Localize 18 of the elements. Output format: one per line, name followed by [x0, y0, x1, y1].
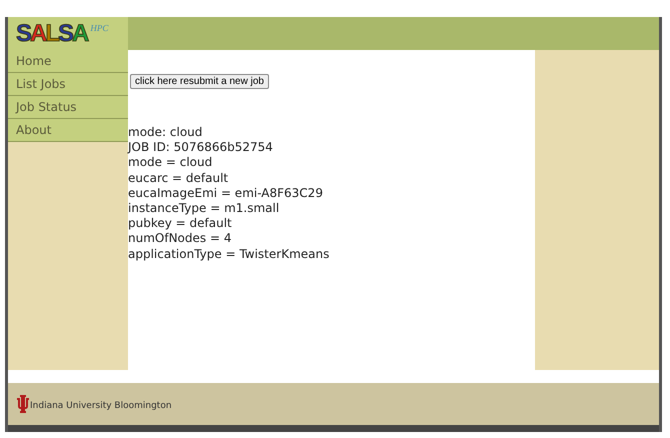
- detail-line: eucaImageEmi = emi-A8F63C29: [128, 186, 324, 202]
- logo-suffix: HPC: [90, 23, 108, 33]
- university-name: Indiana University Bloomington: [30, 401, 172, 411]
- nav-item[interactable]: About: [8, 119, 128, 142]
- detail-line: numOfNodes = 4: [128, 231, 232, 247]
- trident-icon: [16, 395, 30, 413]
- detail-line: instanceType = m1.small: [128, 201, 280, 216]
- detail-line: mode: cloud: [128, 125, 204, 140]
- logo-text: SALSA: [16, 20, 88, 48]
- detail-line: applicationType = TwisterKmeans: [128, 246, 330, 262]
- resubmit-button[interactable]: click here resubmit a new job: [130, 74, 269, 89]
- nav-item[interactable]: Job Status: [8, 96, 128, 119]
- detail-line: mode = cloud: [128, 155, 214, 171]
- detail-line: eucarc = default: [128, 170, 230, 186]
- nav-item[interactable]: Home: [8, 50, 128, 73]
- nav-item[interactable]: List Jobs: [8, 73, 128, 96]
- detail-line: pubkey = default: [128, 216, 233, 232]
- detail-line: JOB ID: 5076866b52754: [128, 140, 274, 156]
